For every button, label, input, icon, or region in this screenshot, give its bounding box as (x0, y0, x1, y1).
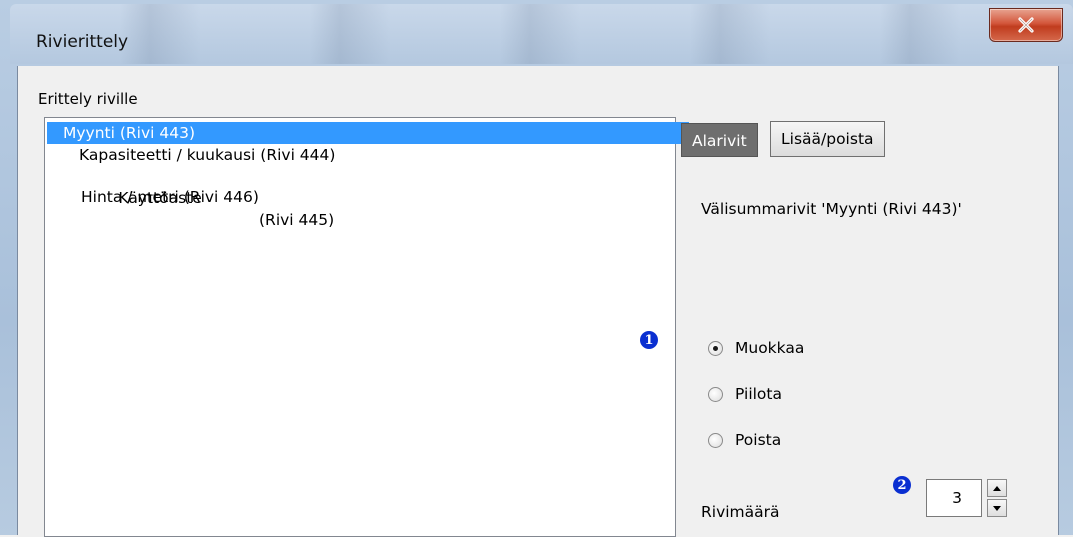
radio-label: Piilota (735, 385, 782, 403)
close-icon (1018, 17, 1034, 33)
window-frame: Rivierittely Erittely riville Myynti (Ri… (0, 0, 1073, 537)
tab-lisaa-poista[interactable]: Lisää/poista (770, 121, 885, 157)
radio-muokkaa[interactable]: Muokkaa (708, 336, 804, 360)
tab-alarivit[interactable]: Alarivit (681, 123, 758, 157)
arrow-down-icon (993, 505, 1001, 511)
row-count-input[interactable]: 3 (926, 479, 982, 517)
list-item-rownum: (Rivi 445) (259, 211, 335, 229)
spin-down-button[interactable] (987, 499, 1007, 517)
callout-badge-1: 1 (640, 331, 658, 349)
radio-piilota[interactable]: Piilota (708, 382, 782, 406)
radio-poista[interactable]: Poista (708, 428, 781, 452)
dialog-body: Erittely riville Myynti (Rivi 443) Kapas… (17, 66, 1059, 537)
row-list[interactable]: Myynti (Rivi 443) Kapasiteetti / kuukaus… (44, 117, 689, 537)
list-item-myynti[interactable]: Myynti (Rivi 443) (47, 122, 689, 144)
radio-label: Poista (735, 431, 782, 449)
row-count-spinner (987, 479, 1009, 519)
close-button[interactable] (989, 8, 1063, 42)
spin-up-button[interactable] (987, 479, 1007, 497)
list-item-kapasiteetti[interactable]: Kapasiteetti / kuukausi (Rivi 444) (79, 144, 335, 166)
radio-label: Muokkaa (735, 339, 805, 357)
callout-badge-2: 2 (893, 476, 911, 494)
title-bar[interactable]: Rivierittely (10, 4, 1073, 64)
radio-icon (708, 386, 723, 402)
radio-checked-icon (708, 340, 723, 356)
list-item-hinta[interactable]: Hinta / metri (Rivi 446) (81, 186, 259, 208)
list-item-kayttoaste[interactable]: Käyttöaste (Rivi 445) (79, 165, 479, 229)
radio-icon (708, 432, 723, 448)
section-subtitle: Välisummarivit 'Myynti (Rivi 443)' (701, 200, 962, 218)
arrow-up-icon (993, 485, 1001, 491)
row-count-label: Rivimäärä (701, 503, 780, 521)
group-label: Erittely riville (38, 90, 138, 108)
window-title: Rivierittely (36, 32, 129, 52)
